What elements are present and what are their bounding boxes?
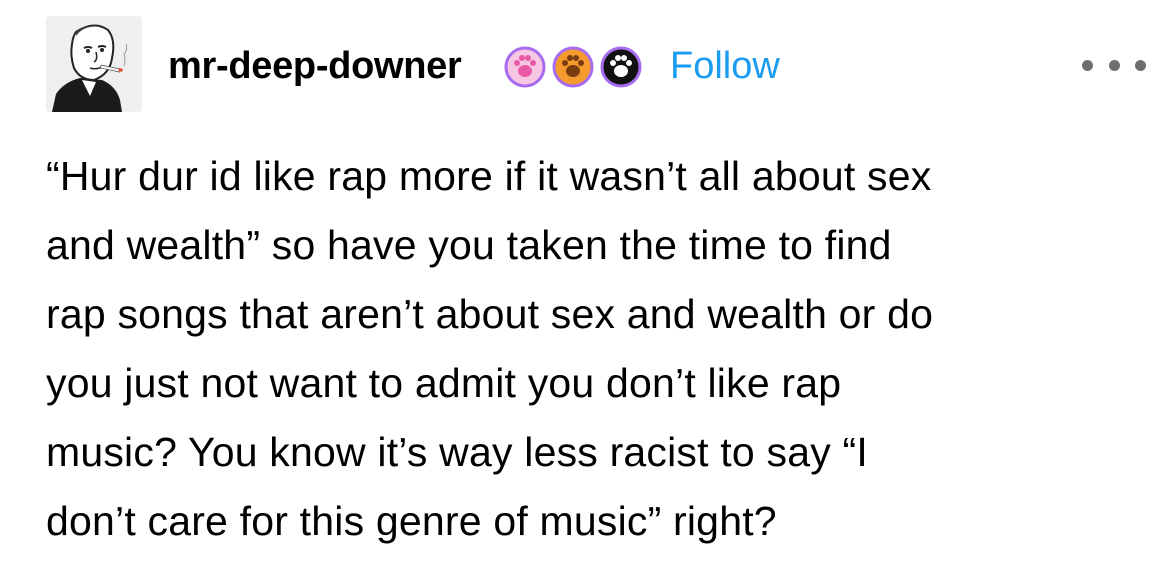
badge-group bbox=[504, 46, 642, 88]
avatar[interactable] bbox=[46, 16, 142, 112]
paw-badge-pink-icon[interactable] bbox=[504, 46, 546, 88]
post-body-line: rap songs that aren’t about sex and weal… bbox=[46, 291, 934, 337]
ellipsis-dot bbox=[1082, 59, 1093, 71]
paw-badge-black-icon[interactable] bbox=[600, 46, 642, 88]
follow-button[interactable]: Follow bbox=[670, 44, 780, 88]
paw-badge-orange-icon[interactable] bbox=[552, 46, 594, 88]
post-body-line: don’t care for this genre of music” righ… bbox=[46, 498, 777, 544]
post-body: “Hur dur id like rap more if it wasn’t a… bbox=[46, 142, 1126, 556]
post-body-line: music? You know it’s way less racist to … bbox=[46, 429, 868, 475]
ellipsis-icon[interactable] bbox=[1082, 54, 1146, 76]
post-body-line: “Hur dur id like rap more if it wasn’t a… bbox=[46, 153, 932, 199]
wojak-smoking-avatar-icon bbox=[46, 16, 142, 112]
ellipsis-dot bbox=[1108, 59, 1120, 71]
post-body-line: and wealth” so have you taken the time t… bbox=[46, 222, 892, 268]
ellipsis-dot bbox=[1135, 59, 1146, 71]
post-card: mr-deep-downer Follow “Hur dur id like r… bbox=[0, 0, 1170, 567]
username[interactable]: mr-deep-downer bbox=[168, 44, 462, 88]
post-body-line: you just not want to admit you don’t lik… bbox=[46, 360, 842, 406]
post-header: mr-deep-downer Follow bbox=[46, 16, 1146, 112]
